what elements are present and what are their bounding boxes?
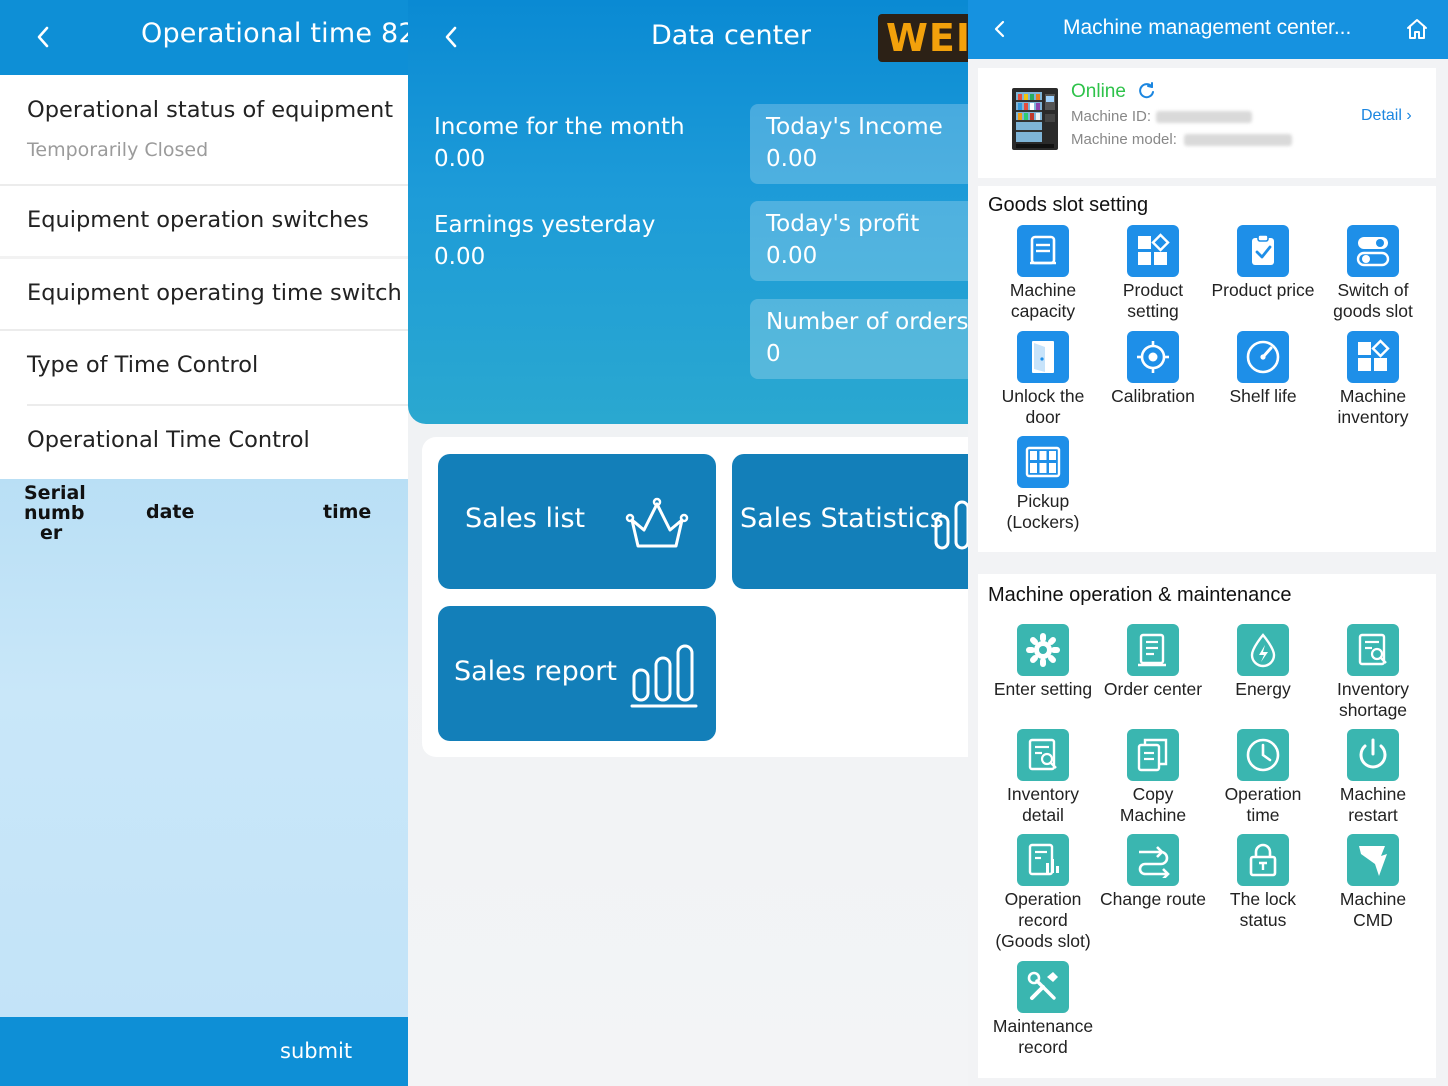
machine-inventory-icon [1347, 331, 1399, 383]
submit-button[interactable]: submit [0, 1017, 408, 1086]
income-month-stat: Income for the month 0.00 [434, 114, 685, 172]
wrench-icon [1017, 961, 1069, 1013]
today-income-value: 0.00 [766, 146, 818, 172]
gear-icon [1017, 624, 1069, 676]
crown-icon [625, 497, 689, 548]
today-profit-box: Today's profit 0.00 [750, 201, 968, 281]
operation-record-icon [1017, 834, 1069, 886]
section-title: Machine operation & maintenance [988, 584, 1292, 606]
machine-model-redacted [1184, 134, 1292, 146]
today-income-box: Today's Income 0.00 [750, 104, 968, 184]
orders-today-value: 0 [766, 341, 781, 367]
detail-link[interactable]: Detail › [1361, 107, 1412, 125]
copy-icon [1127, 729, 1179, 781]
date-header: date [146, 501, 195, 523]
lockers-icon [1017, 436, 1069, 488]
earnings-yesterday-value: 0.00 [434, 244, 486, 270]
sales-report-label: Sales report [454, 656, 617, 687]
back-arrow-icon[interactable] [990, 19, 1010, 39]
route-icon [1127, 834, 1179, 886]
vending-machine-icon [1012, 88, 1058, 150]
today-income-label: Today's Income [766, 114, 943, 140]
flag-icon [1347, 834, 1399, 886]
refresh-icon[interactable] [1138, 82, 1156, 100]
calibration-icon [1127, 331, 1179, 383]
today-profit-label: Today's profit [766, 211, 920, 237]
maintenance-section: Machine operation & maintenance Enter se… [978, 574, 1436, 1078]
equipment-operating-time-switch-row[interactable]: Equipment operating time switch [0, 259, 408, 329]
operational-time-control-row[interactable]: Operational Time Control [0, 406, 408, 479]
income-month-value: 0.00 [434, 146, 486, 172]
header-bar: Machine management center... [968, 0, 1448, 59]
time-header: time [323, 501, 372, 523]
door-icon [1017, 331, 1069, 383]
inventory-detail-icon [1017, 729, 1069, 781]
sales-list-label: Sales list [465, 503, 586, 534]
time-table: Serial numb er date time [0, 479, 408, 1019]
back-arrow-icon[interactable] [438, 22, 468, 52]
machine-id-label: Machine ID: [1071, 108, 1152, 125]
machine-capacity-icon [1017, 225, 1069, 277]
goods-slot-section: Goods slot setting Machine capacity Produc… [978, 186, 1436, 552]
shelf-life-icon [1237, 331, 1289, 383]
page-title: Data center [651, 20, 811, 51]
machine-info-card: Online Machine ID: Machine model: Detail… [978, 68, 1436, 178]
earnings-yesterday-stat: Earnings yesterday 0.00 [434, 212, 655, 270]
row-label: Operational Time Control [27, 427, 310, 453]
row-label: Equipment operation switches [27, 207, 369, 233]
lock-icon [1237, 834, 1289, 886]
orders-today-box: Number of orders to 0 [750, 299, 968, 379]
sales-statistics-label: Sales Statistics [740, 503, 944, 534]
income-month-label: Income for the month [434, 114, 685, 140]
menu-item-label: Machine inventory [1337, 386, 1409, 427]
back-arrow-icon[interactable] [30, 22, 60, 52]
operational-status-row[interactable]: Operational status of equipment Temporar… [0, 75, 408, 185]
bar-chart-icon [630, 644, 698, 708]
data-center-panel: Data center WEII Income for the month 0.… [408, 0, 968, 1086]
operational-time-panel: Operational time 8217 Operational status… [0, 0, 408, 1086]
row-label: Equipment operating time switch [27, 280, 402, 306]
menu-item-label: Machine restart [1339, 784, 1407, 825]
menu-item-label: Machine CMD [1339, 889, 1407, 930]
sales-report-tile[interactable]: Sales report [438, 606, 716, 741]
page-title: Operational time 8217 [141, 18, 408, 49]
energy-icon [1237, 624, 1289, 676]
orders-today-label: Number of orders to [766, 309, 968, 335]
product-setting-icon [1127, 225, 1179, 277]
row-label: Type of Time Control [27, 352, 259, 378]
section-title: Goods slot setting [988, 194, 1149, 216]
operational-status-value: Temporarily Closed [27, 139, 209, 161]
switch-icon [1347, 225, 1399, 277]
bar-chart-icon [934, 500, 968, 550]
online-status: Online [1071, 81, 1126, 102]
machine-id-redacted [1156, 111, 1252, 123]
equipment-operation-switches-row[interactable]: Equipment operation switches [0, 186, 408, 256]
machine-model-label: Machine model: [1071, 131, 1177, 148]
machine-management-panel: Machine management center... Online Mach… [968, 0, 1448, 1086]
menu-item-label: Pickup (Lockers) [1006, 491, 1080, 532]
order-center-icon [1127, 624, 1179, 676]
home-icon[interactable] [1405, 17, 1429, 41]
inventory-shortage-icon [1347, 624, 1399, 676]
menu-item-label: Maintenance record [992, 1016, 1094, 1057]
sales-statistics-tile[interactable]: Sales Statistics [732, 454, 968, 589]
power-icon [1347, 729, 1399, 781]
submit-label: submit [280, 1039, 353, 1063]
page-title: Machine management center... [1063, 16, 1352, 39]
today-profit-value: 0.00 [766, 243, 818, 269]
serial-number-header: Serial numb er [24, 482, 86, 544]
type-of-time-control-row[interactable]: Type of Time Control [0, 331, 408, 404]
sales-list-tile[interactable]: Sales list [438, 454, 716, 589]
header-bar: Operational time 8217 [0, 0, 408, 75]
operational-status-label: Operational status of equipment [27, 97, 394, 123]
brand-logo: WEII [878, 14, 968, 62]
menu-item-label: Switch of goods slot [1333, 280, 1413, 321]
product-price-icon [1237, 225, 1289, 277]
menu-item-label: Inventory shortage [1337, 679, 1409, 720]
clock-icon [1237, 729, 1289, 781]
earnings-yesterday-label: Earnings yesterday [434, 212, 656, 238]
